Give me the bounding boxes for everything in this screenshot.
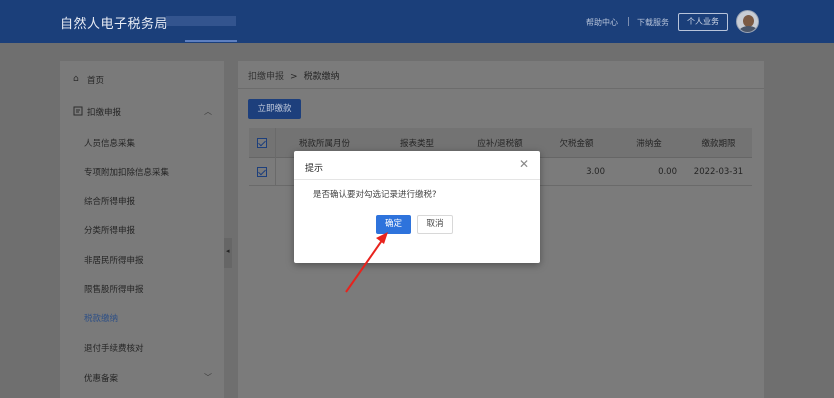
sidebar-item-label: 首页 (87, 76, 105, 86)
help-center-link[interactable]: 帮助中心 (586, 17, 618, 28)
confirm-button[interactable]: 确定 (376, 215, 411, 234)
dialog-title: 提示 (305, 164, 324, 174)
cell-arrears: 3.00 (586, 166, 605, 177)
avatar[interactable] (736, 10, 759, 33)
sidebar-item-label: 专项附加扣除信息采集 (84, 168, 170, 178)
sidebar: ⌂ 首页 扣缴申报 ︿ 人员信息采集 专项附加扣除信息采集 综合所得申报 分类所… (60, 61, 224, 398)
header-divider (628, 17, 629, 26)
sidebar-item-home[interactable]: ⌂ 首页 (60, 65, 224, 94)
dialog-message: 是否确认要对勾选记录进行缴税? (313, 190, 437, 200)
col-deadline: 缴款期限 (701, 138, 736, 149)
pay-now-button[interactable]: 立即缴款 (248, 99, 301, 119)
confirm-dialog: 提示 ✕ 是否确认要对勾选记录进行缴税? 确定 取消 (294, 151, 540, 263)
sidebar-item-fee-refund-check[interactable]: 退付手续费核对 (60, 333, 224, 362)
sidebar-item-label: 扣缴申报 (87, 108, 122, 118)
sidebar-item-withholding[interactable]: 扣缴申报 ︿ (60, 97, 224, 126)
close-icon[interactable]: ✕ (519, 158, 529, 170)
select-all-checkbox-cell[interactable] (249, 128, 275, 157)
header-underline (185, 40, 237, 42)
sidebar-item-classified-income[interactable]: 分类所得申报 (60, 215, 224, 244)
sidebar-item-label: 税款缴纳 (84, 314, 119, 324)
cell-late-fee: 0.00 (658, 166, 677, 177)
redacted-region (166, 16, 236, 26)
row-checkbox[interactable] (257, 166, 267, 177)
divider (238, 88, 764, 89)
sidebar-item-label: 人员信息采集 (84, 139, 136, 149)
sidebar-item-person-info[interactable]: 人员信息采集 (60, 128, 224, 157)
dialog-divider (294, 179, 540, 180)
sidebar-collapse-handle[interactable]: ◂ (224, 238, 232, 268)
sidebar-item-label: 分类所得申报 (84, 226, 136, 236)
sidebar-item-restricted-stock[interactable]: 限售股所得申报 (60, 274, 224, 303)
home-icon: ⌂ (73, 74, 79, 84)
breadcrumb-current: 税款缴纳 (303, 72, 340, 82)
chevron-left-icon: ◂ (226, 247, 230, 255)
avatar-body (739, 26, 758, 32)
sidebar-item-label: 综合所得申报 (84, 197, 136, 207)
sidebar-item-label: 限售股所得申报 (84, 285, 144, 295)
breadcrumb: 扣缴申报 > 税款缴纳 (248, 69, 340, 82)
column-divider (275, 128, 276, 186)
sidebar-item-preferential-filing[interactable]: 优惠备案 ﹀ (60, 363, 224, 392)
sidebar-item-label: 优惠备案 (84, 374, 119, 384)
brand-title: 自然人电子税务局 (60, 17, 169, 32)
sidebar-item-tax-payment[interactable]: 税款缴纳 (60, 303, 224, 332)
download-service-link[interactable]: 下载服务 (637, 17, 669, 28)
breadcrumb-parent[interactable]: 扣缴申报 (248, 72, 284, 82)
sidebar-item-label: 退付手续费核对 (84, 344, 144, 354)
personal-business-button[interactable]: 个人业务 (678, 13, 728, 31)
sidebar-item-comprehensive-income[interactable]: 综合所得申报 (60, 186, 224, 215)
col-arrears: 欠税金额 (559, 138, 594, 149)
report-icon (73, 106, 83, 116)
cell-deadline: 2022-03-31 (693, 166, 744, 177)
cancel-button[interactable]: 取消 (417, 215, 453, 234)
sidebar-item-nonresident-income[interactable]: 非居民所得申报 (60, 245, 224, 274)
row-checkbox-cell[interactable] (249, 158, 275, 185)
sidebar-item-label: 非居民所得申报 (84, 256, 144, 266)
breadcrumb-separator: > (290, 72, 298, 82)
chevron-up-icon: ︿ (204, 107, 212, 116)
sidebar-item-special-deduction[interactable]: 专项附加扣除信息采集 (60, 157, 224, 186)
select-all-checkbox[interactable] (257, 137, 267, 148)
chevron-down-icon: ﹀ (204, 373, 212, 382)
top-header: 自然人电子税务局 帮助中心 下载服务 个人业务 (0, 0, 834, 43)
col-late-fee: 滞纳金 (636, 138, 662, 149)
